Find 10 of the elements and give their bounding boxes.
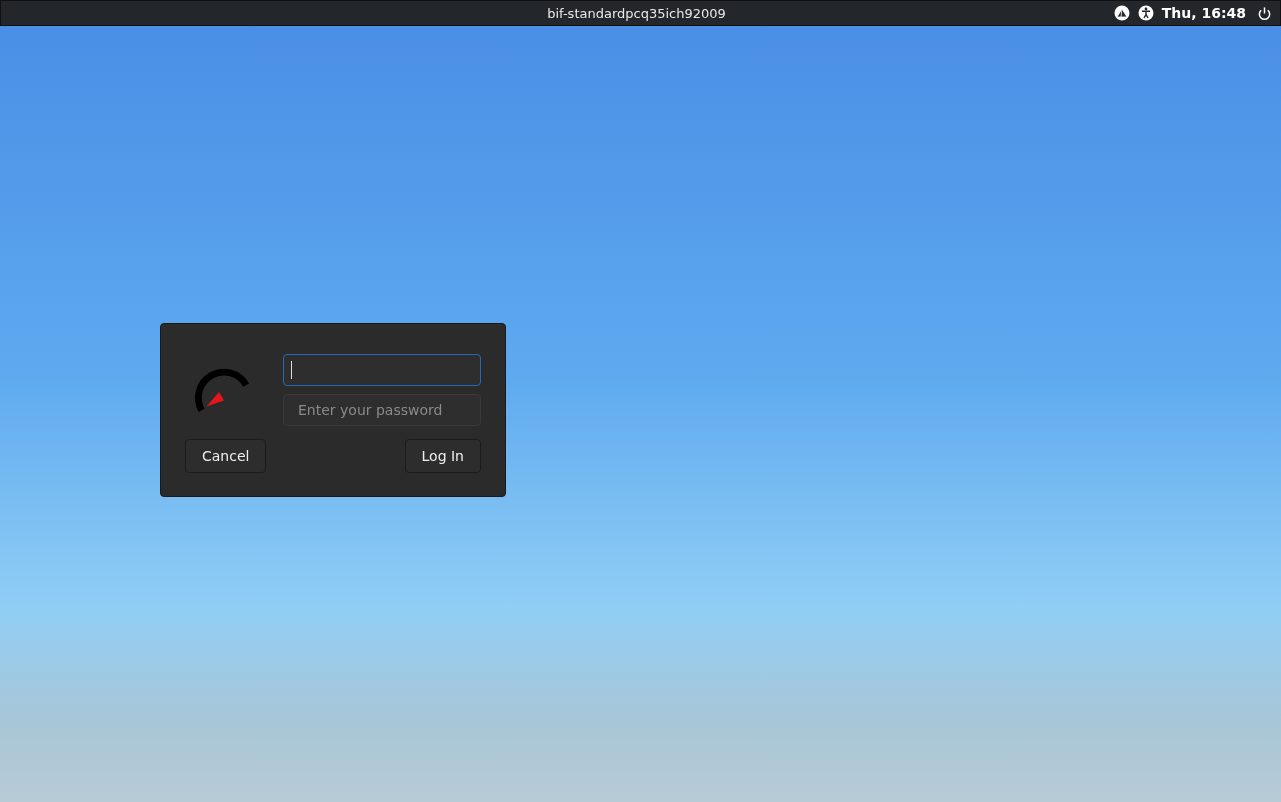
- clock-label[interactable]: Thu, 16:48: [1161, 5, 1246, 21]
- text-cursor: [291, 361, 292, 379]
- password-field[interactable]: Enter your password: [283, 394, 481, 426]
- accessibility-icon[interactable]: [1137, 5, 1154, 21]
- power-icon[interactable]: [1257, 5, 1272, 21]
- username-field[interactable]: [283, 354, 481, 386]
- network-icon[interactable]: [1113, 5, 1130, 21]
- hostname-label: bif-standardpcq35ich92009: [547, 5, 726, 21]
- login-button[interactable]: Log In: [404, 439, 481, 473]
- cancel-button[interactable]: Cancel: [185, 439, 267, 473]
